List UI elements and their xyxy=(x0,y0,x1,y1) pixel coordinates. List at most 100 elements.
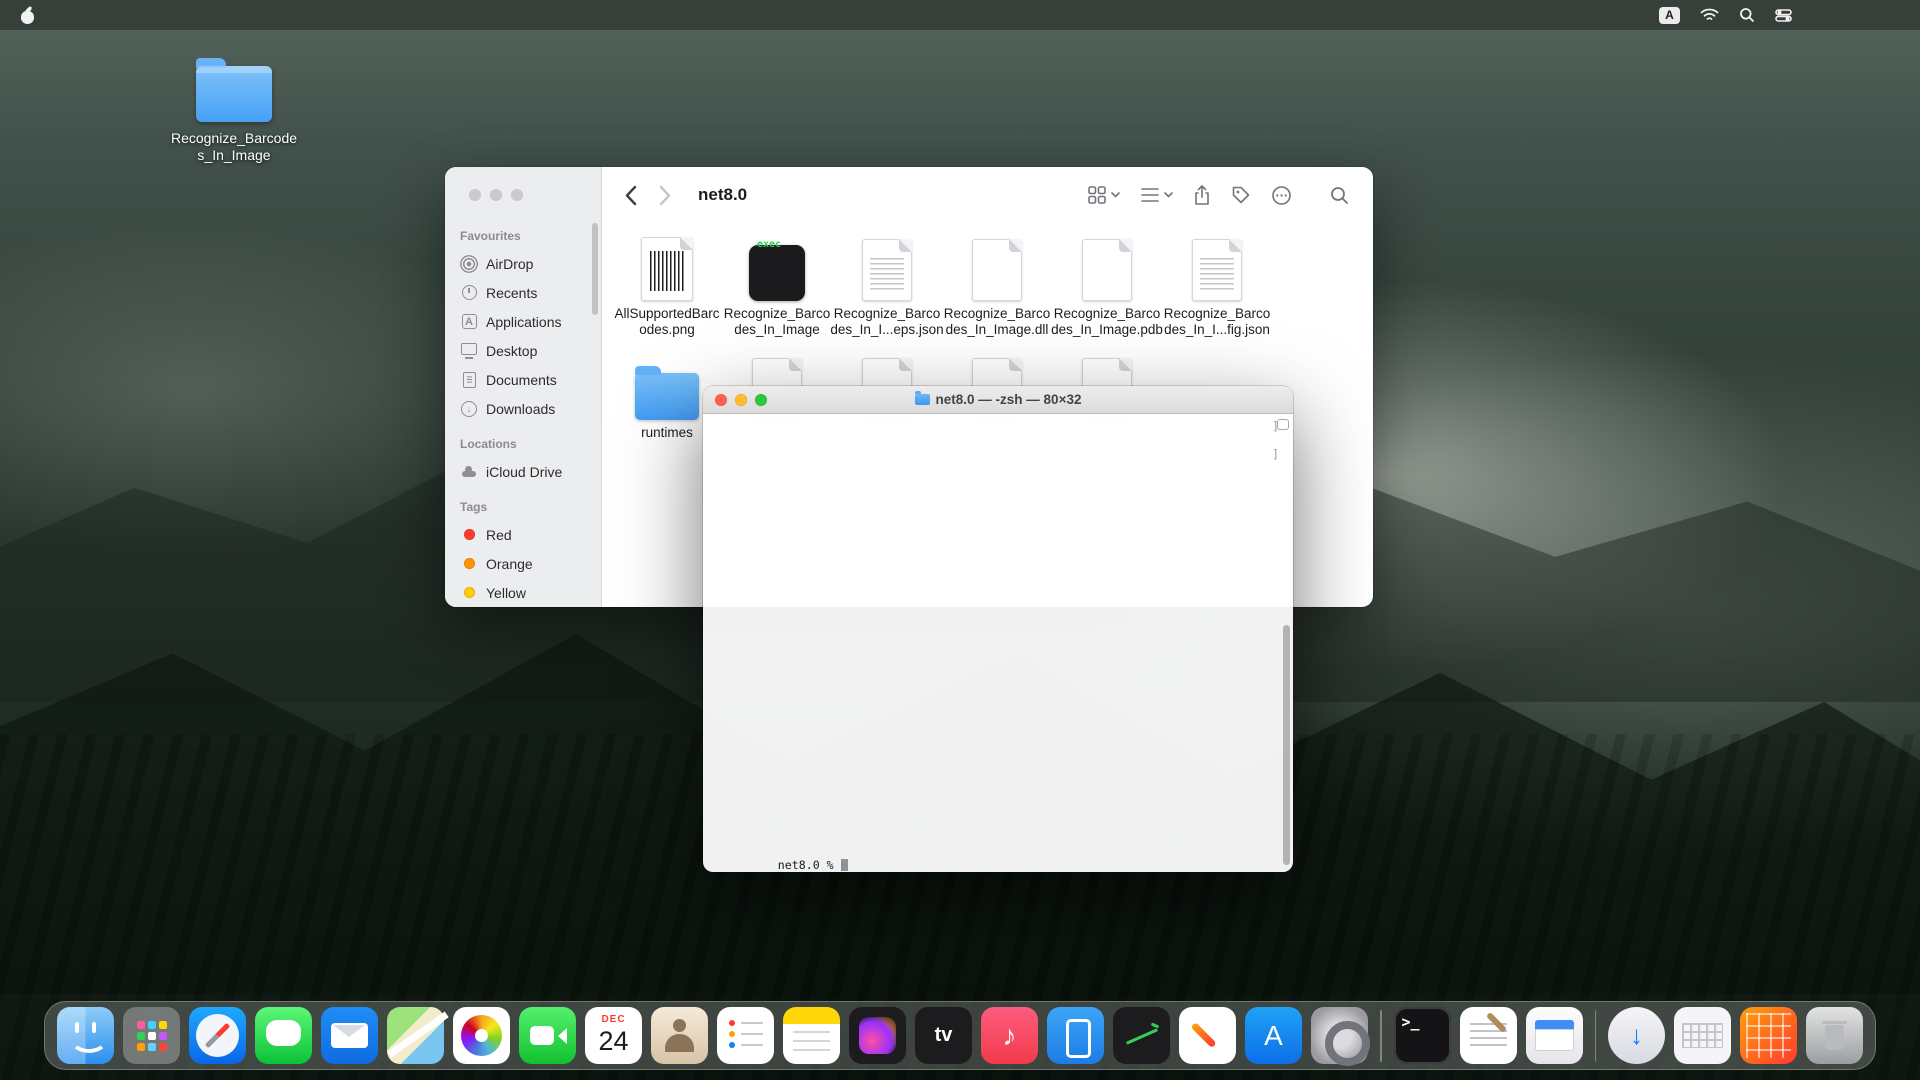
dock-terminal[interactable]: >_ xyxy=(1394,1007,1451,1064)
file-label: AllSupportedBarcodes.png xyxy=(614,306,719,338)
sidebar-item-desktop[interactable]: Desktop xyxy=(445,336,601,365)
sidebar-item-airdrop[interactable]: AirDrop xyxy=(445,249,601,278)
sidebar-item-tag-orange[interactable]: Orange xyxy=(445,549,601,578)
terminal-line xyxy=(708,801,1293,815)
dock-contacts[interactable] xyxy=(651,1007,708,1064)
file-icon-art xyxy=(1082,239,1132,301)
view-options-button[interactable] xyxy=(1087,185,1120,205)
dock-documents-stack[interactable] xyxy=(1740,1007,1797,1064)
zoom-button[interactable] xyxy=(511,189,523,201)
dock-app-store[interactable]: A xyxy=(1245,1007,1302,1064)
dock-icon-text xyxy=(915,1007,972,1064)
dock-divider-2 xyxy=(1595,1010,1597,1062)
input-source-icon[interactable]: A xyxy=(1659,7,1680,24)
file-recognize-barcodes-in-image[interactable]: exec Recognize_Barcodes_In_Image xyxy=(722,233,832,338)
sidebar-item-icon xyxy=(460,284,478,302)
sidebar-item-label: Yellow xyxy=(486,585,526,601)
sidebar-item-downloads[interactable]: Downloads xyxy=(445,394,601,423)
wifi-icon[interactable] xyxy=(1700,8,1719,22)
close-button[interactable] xyxy=(469,189,481,201)
dock-calendar[interactable]: DEC 24 xyxy=(585,1007,642,1064)
finder-search-icon[interactable] xyxy=(1330,186,1349,205)
dock-music[interactable]: ♪ xyxy=(981,1007,1038,1064)
terminal-line xyxy=(708,517,1293,531)
terminal-line xyxy=(708,588,1293,602)
zoom-button[interactable] xyxy=(755,394,767,406)
dock-icon-text xyxy=(453,1007,510,1064)
more-actions-button[interactable] xyxy=(1271,185,1292,206)
file-deps-json[interactable]: Recognize_Barcodes_In_I...eps.json xyxy=(832,233,942,338)
file-config-json[interactable]: Recognize_Barcodes_In_I...fig.json xyxy=(1162,233,1272,338)
dock-trash[interactable] xyxy=(1806,1007,1863,1064)
sidebar-item-icloud-drive[interactable]: iCloud Drive xyxy=(445,457,601,486)
dock-photos[interactable] xyxy=(453,1007,510,1064)
file-icon xyxy=(862,233,912,301)
file-allsupportedbarcodes-png[interactable]: AllSupportedBarcodes.png xyxy=(612,233,722,338)
dock-iphone-mirroring[interactable] xyxy=(1047,1007,1104,1064)
dock-stocks[interactable] xyxy=(1113,1007,1170,1064)
dock-mail[interactable] xyxy=(321,1007,378,1064)
dock-system-settings[interactable] xyxy=(1311,1007,1368,1064)
file-icon: exec xyxy=(749,233,805,301)
dock-keyboard-window[interactable] xyxy=(1674,1007,1731,1064)
file-pdb[interactable]: Recognize_Barcodes_In_Image.pdb xyxy=(1052,233,1162,338)
terminal-line xyxy=(708,773,1293,787)
desktop-folder-recognize-barcodes[interactable]: Recognize_Barcodes_In_Image xyxy=(168,66,300,164)
dock-icon-text xyxy=(1179,1007,1236,1064)
dock-safari[interactable] xyxy=(189,1007,246,1064)
desktop-folder-label: Recognize_Barcodes_In_Image xyxy=(170,130,298,164)
terminal-scrollbar[interactable] xyxy=(1283,625,1290,865)
file-dll[interactable]: Recognize_Barcodes_In_Image.dll xyxy=(942,233,1052,338)
dock-garageband[interactable] xyxy=(849,1007,906,1064)
minimize-button[interactable] xyxy=(490,189,502,201)
terminal-marks-button[interactable] xyxy=(1277,419,1289,430)
search-icon[interactable] xyxy=(1739,7,1755,23)
sidebar-item-icon xyxy=(460,313,478,331)
terminal-line xyxy=(708,688,1293,702)
terminal-line xyxy=(708,617,1293,631)
dock-freeform[interactable] xyxy=(1179,1007,1236,1064)
dock-downloads[interactable]: ↓ xyxy=(1608,1007,1665,1064)
file-label: Recognize_Barcodes_In_I...eps.json xyxy=(830,306,943,338)
forward-button[interactable] xyxy=(659,185,672,206)
sidebar-item-recents[interactable]: Recents xyxy=(445,278,601,307)
back-button[interactable] xyxy=(624,185,637,206)
dock-screen-sharing[interactable] xyxy=(1526,1007,1583,1064)
sidebar-item-label: Favourites xyxy=(460,229,521,243)
dock-textedit[interactable] xyxy=(1460,1007,1517,1064)
dock-icon-text xyxy=(1674,1007,1731,1064)
terminal-line xyxy=(708,673,1293,687)
dock-launchpad[interactable] xyxy=(123,1007,180,1064)
terminal-prompt-line: net8.0 % xyxy=(708,858,1293,872)
group-by-button[interactable] xyxy=(1140,186,1173,204)
close-button[interactable] xyxy=(715,394,727,406)
finder-toolbar: net8.0 xyxy=(602,167,1373,223)
sidebar-item-tag-red[interactable]: Red xyxy=(445,520,601,549)
dock-messages[interactable] xyxy=(255,1007,312,1064)
sidebar-item-documents[interactable]: Documents xyxy=(445,365,601,394)
apple-menu-icon[interactable] xyxy=(20,6,35,24)
sidebar-item-tag-yellow[interactable]: Yellow xyxy=(445,578,601,607)
sidebar-item-applications[interactable]: Applications xyxy=(445,307,601,336)
terminal-line xyxy=(708,730,1293,744)
file-label: Recognize_Barcodes_In_Image.pdb xyxy=(1051,306,1163,338)
control-center-icon[interactable] xyxy=(1775,9,1792,22)
dock-maps[interactable] xyxy=(387,1007,444,1064)
dock-tv[interactable]: tv xyxy=(915,1007,972,1064)
dock-facetime[interactable] xyxy=(519,1007,576,1064)
sidebar-item-label: AirDrop xyxy=(486,256,533,272)
terminal-window[interactable]: net8.0 — -zsh — 80×32 net8.0 % ] ] xyxy=(703,386,1293,872)
dock-finder[interactable] xyxy=(57,1007,114,1064)
share-icon[interactable] xyxy=(1193,185,1211,206)
terminal-line xyxy=(708,475,1293,489)
tag-icon[interactable] xyxy=(1231,185,1251,205)
dock-icon-text xyxy=(1526,1007,1583,1064)
sidebar-header-favourites: Favourites xyxy=(445,223,601,249)
terminal-titlebar[interactable]: net8.0 — -zsh — 80×32 xyxy=(703,386,1293,414)
dock-notes[interactable] xyxy=(783,1007,840,1064)
dock-icon-text xyxy=(783,1007,840,1064)
terminal-content[interactable]: net8.0 % xyxy=(703,414,1293,872)
minimize-button[interactable] xyxy=(735,394,747,406)
sidebar-header-tags: Tags xyxy=(445,494,601,520)
dock-reminders[interactable] xyxy=(717,1007,774,1064)
